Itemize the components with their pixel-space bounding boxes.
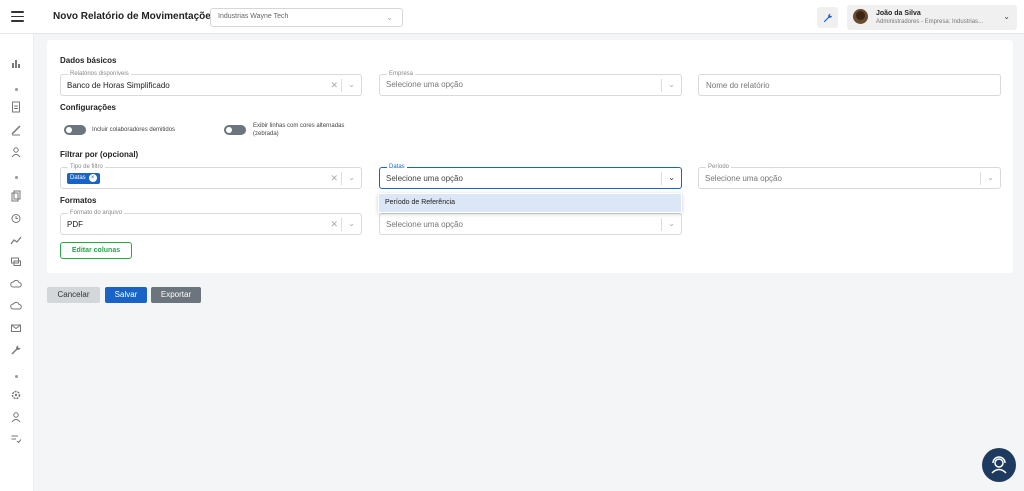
- cloud-download-icon[interactable]: [10, 300, 22, 312]
- reports-select[interactable]: Relatórios disponíveis Banco de Horas Si…: [60, 70, 362, 96]
- clear-icon[interactable]: ✕: [330, 80, 338, 91]
- separator-dot: [15, 88, 18, 91]
- divider: [980, 172, 981, 185]
- divider: [661, 172, 662, 185]
- filter-type-label: Tipo de filtro: [68, 163, 105, 171]
- support-agent-icon: [991, 456, 1007, 474]
- divider: [341, 218, 342, 231]
- separator-dot: [15, 176, 18, 179]
- divider: [341, 79, 342, 92]
- divider: [341, 172, 342, 185]
- wrench-icon[interactable]: [10, 344, 22, 356]
- filter-type-select[interactable]: Tipo de filtro Datas × ✕ ⌄: [60, 163, 362, 189]
- clock-icon[interactable]: [10, 212, 22, 224]
- clear-icon[interactable]: ✕: [330, 173, 338, 184]
- chat-icon[interactable]: [10, 256, 22, 268]
- report-name-placeholder: Nome do relatório: [706, 81, 770, 90]
- chevron-down-icon[interactable]: ⌄: [348, 219, 355, 228]
- dropdown-option[interactable]: Período de Referência: [379, 194, 681, 212]
- company-select-value: Industrias Wayne Tech: [218, 13, 289, 20]
- trend-icon[interactable]: [10, 234, 22, 246]
- chevron-down-icon[interactable]: ⌄: [987, 173, 994, 182]
- period-select[interactable]: Período Selecione uma opção ⌄: [698, 163, 1001, 189]
- chevron-down-icon: ⌄: [386, 13, 393, 22]
- include-fired-toggle[interactable]: [64, 125, 86, 135]
- top-bar: Novo Relatório de Movimentações Industri…: [0, 0, 1024, 34]
- pen-icon[interactable]: [10, 124, 22, 136]
- chevron-down-icon[interactable]: ⌄: [348, 80, 355, 89]
- document-icon[interactable]: [10, 101, 22, 113]
- avatar: [853, 9, 868, 24]
- cancel-button[interactable]: Cancelar: [47, 287, 100, 303]
- chevron-down-icon: ⌄: [1003, 12, 1010, 21]
- secondary-placeholder: Selecione uma opção: [386, 220, 463, 229]
- section-formats: Formatos: [60, 196, 97, 205]
- dates-placeholder: Selecione uma opção: [386, 174, 463, 183]
- dates-select[interactable]: Datas Selecione uma opção ⌄: [379, 163, 682, 189]
- section-basic-data: Dados básicos: [60, 56, 117, 65]
- export-button[interactable]: Exportar: [151, 287, 201, 303]
- dates-label: Datas: [387, 163, 407, 171]
- file-format-value: PDF: [67, 220, 83, 229]
- section-config: Configurações: [60, 103, 117, 112]
- gear-icon[interactable]: [10, 389, 22, 401]
- file-format-label: Formato do arquivo: [68, 209, 125, 217]
- copy-icon[interactable]: [10, 190, 22, 202]
- user-icon[interactable]: [10, 146, 22, 158]
- menu-icon[interactable]: [11, 11, 24, 22]
- support-button[interactable]: [982, 448, 1016, 482]
- file-format-select[interactable]: Formato do arquivo PDF ✕ ⌄: [60, 209, 362, 235]
- zebra-label-line1: Exibir linhas com cores alternadas: [253, 123, 345, 129]
- tools-button[interactable]: [817, 7, 838, 28]
- sidebar: [0, 34, 34, 491]
- user-menu[interactable]: João da Silva Administradores - Empresa:…: [847, 5, 1017, 30]
- clear-icon[interactable]: ✕: [330, 219, 338, 230]
- chart-icon[interactable]: [10, 57, 22, 69]
- filter-chip-label: Datas: [70, 175, 86, 181]
- company-field[interactable]: Empresa Selecione uma opção ⌄: [379, 70, 682, 96]
- checklist-icon[interactable]: [10, 433, 22, 445]
- user-name: João da Silva: [876, 10, 921, 17]
- period-placeholder: Selecione uma opção: [705, 174, 782, 183]
- person-icon[interactable]: [10, 411, 22, 423]
- company-select[interactable]: Industrias Wayne Tech ⌄: [210, 8, 403, 27]
- dates-dropdown-menu: Período de Referência: [378, 193, 682, 213]
- wrench-icon: [823, 13, 832, 22]
- reports-value: Banco de Horas Simplificado: [67, 81, 170, 90]
- mail-icon[interactable]: [10, 322, 22, 334]
- zebra-toggle[interactable]: [224, 125, 246, 135]
- chevron-down-icon[interactable]: ⌄: [668, 173, 675, 182]
- chevron-down-icon[interactable]: ⌄: [348, 173, 355, 182]
- divider: [661, 218, 662, 231]
- zebra-label-line2: (zebrada): [253, 131, 279, 137]
- divider: [661, 79, 662, 92]
- chevron-down-icon[interactable]: ⌄: [668, 219, 675, 228]
- user-role: Administradores - Empresa: Industrias...: [876, 19, 984, 25]
- separator-dot: [15, 375, 18, 378]
- report-name-input[interactable]: Nome do relatório: [698, 74, 1001, 96]
- page-title: Novo Relatório de Movimentações: [53, 11, 217, 22]
- company-placeholder: Selecione uma opção: [386, 80, 463, 89]
- save-button[interactable]: Salvar: [105, 287, 147, 303]
- company-label: Empresa: [387, 70, 416, 78]
- filter-chip: Datas ×: [67, 173, 100, 184]
- secondary-select[interactable]: Selecione uma opção ⌄: [379, 213, 682, 235]
- include-fired-label: Incluir colaboradores demitidos: [92, 127, 176, 133]
- section-filter: Filtrar por (opcional): [60, 150, 139, 159]
- reports-label: Relatórios disponíveis: [68, 70, 131, 78]
- chip-remove-icon[interactable]: ×: [88, 174, 97, 182]
- period-label: Período: [706, 163, 732, 171]
- cloud-upload-icon[interactable]: [10, 278, 22, 290]
- chevron-down-icon[interactable]: ⌄: [668, 80, 675, 89]
- edit-columns-button[interactable]: Editar colunas: [60, 242, 132, 259]
